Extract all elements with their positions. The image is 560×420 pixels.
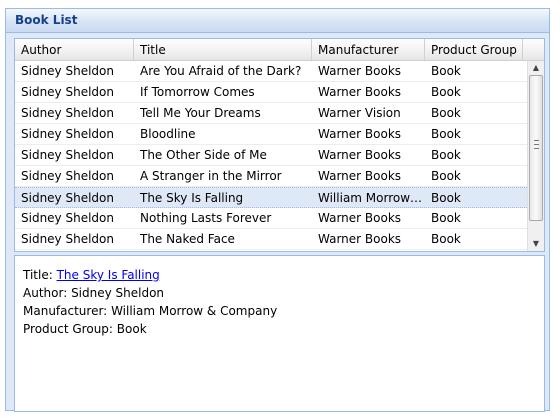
scroll-down-icon[interactable]: ▼ xyxy=(528,237,544,251)
detail-panel: Title: The Sky Is Falling Author: Sidney… xyxy=(14,255,545,412)
grid-header: Author Title Manufacturer Product Group xyxy=(15,39,544,61)
cell-author: Sidney Sheldon xyxy=(21,106,114,120)
panel-header: Book List xyxy=(6,9,549,33)
detail-author-label: Author: xyxy=(23,286,68,300)
table-row[interactable]: Sidney Sheldon The Sky Is Falling William … xyxy=(15,187,527,208)
table-row[interactable]: Sidney Sheldon Tell Me Your Dreams Warner … xyxy=(15,103,527,124)
cell-author: Sidney Sheldon xyxy=(21,85,114,99)
column-header-product-group[interactable]: Product Group xyxy=(425,39,523,61)
cell-manufacturer: William Morrow ... xyxy=(318,191,425,205)
cell-manufacturer: Warner Books xyxy=(318,211,402,225)
cell-product-group: Book xyxy=(431,148,461,162)
detail-group-label: Product Group: xyxy=(23,322,113,336)
table-row[interactable]: Sidney Sheldon The Naked Face Warner Books… xyxy=(15,229,527,250)
cell-product-group: Book xyxy=(431,191,461,205)
cell-title: Bloodline xyxy=(140,127,196,141)
cell-title: Nothing Lasts Forever xyxy=(140,211,272,225)
cell-product-group: Book xyxy=(431,169,461,183)
column-header-title[interactable]: Title xyxy=(134,39,312,61)
table-row[interactable]: Sidney Sheldon A Stranger in the Mirror Wa… xyxy=(15,166,527,187)
cell-product-group: Book xyxy=(431,85,461,99)
cell-manufacturer: Warner Books xyxy=(318,127,402,141)
detail-group-line: Product Group: Book xyxy=(23,320,536,338)
cell-title: Tell Me Your Dreams xyxy=(140,106,261,120)
detail-manufacturer-value: William Morrow & Company xyxy=(111,304,278,318)
column-header-author[interactable]: Author xyxy=(15,39,134,61)
cell-title: The Naked Face xyxy=(140,232,235,246)
cell-title: The Other Side of Me xyxy=(140,148,267,162)
table-row[interactable]: Sidney Sheldon The Other Side of Me Warner… xyxy=(15,145,527,166)
cell-title: If Tomorrow Comes xyxy=(140,85,255,99)
cell-product-group: Book xyxy=(431,106,461,120)
book-list-panel: Book List Author Title Manufacturer Prod… xyxy=(5,8,550,412)
detail-title-link[interactable]: The Sky Is Falling xyxy=(57,268,160,282)
cell-author: Sidney Sheldon xyxy=(21,211,114,225)
detail-author-line: Author: Sidney Sheldon xyxy=(23,284,536,302)
detail-title-line: Title: The Sky Is Falling xyxy=(23,266,536,284)
detail-title-label: Title: xyxy=(23,268,53,282)
scroll-thumb[interactable] xyxy=(529,75,543,221)
grid-body: Sidney Sheldon Are You Afraid of the Dark… xyxy=(15,61,527,251)
grip-icon xyxy=(534,140,539,149)
cell-product-group: Book xyxy=(431,211,461,225)
cell-manufacturer: Warner Books xyxy=(318,85,402,99)
cell-title: The Sky Is Falling xyxy=(140,191,244,205)
cell-author: Sidney Sheldon xyxy=(21,191,114,205)
cell-product-group: Book xyxy=(431,127,461,141)
cell-product-group: Book xyxy=(431,64,461,78)
cell-author: Sidney Sheldon xyxy=(21,64,114,78)
table-row[interactable]: Sidney Sheldon Bloodline Warner Books Book xyxy=(15,124,527,145)
panel-title: Book List xyxy=(15,13,78,27)
cell-author: Sidney Sheldon xyxy=(21,148,114,162)
detail-manufacturer-line: Manufacturer: William Morrow & Company xyxy=(23,302,536,320)
cell-title: A Stranger in the Mirror xyxy=(140,169,282,183)
detail-group-value: Book xyxy=(116,322,147,336)
cell-manufacturer: Warner Books xyxy=(318,148,402,162)
cell-title: Are You Afraid of the Dark? xyxy=(140,64,302,78)
vertical-scrollbar[interactable]: ▲ ▼ xyxy=(527,61,544,251)
column-header-manufacturer[interactable]: Manufacturer xyxy=(312,39,425,61)
detail-manufacturer-label: Manufacturer: xyxy=(23,304,108,318)
scroll-up-icon[interactable]: ▲ xyxy=(528,61,544,75)
cell-manufacturer: Warner Books xyxy=(318,232,402,246)
cell-manufacturer: Warner Books xyxy=(318,169,402,183)
table-row[interactable]: Sidney Sheldon Are You Afraid of the Dark… xyxy=(15,61,527,82)
cell-manufacturer: Warner Vision xyxy=(318,106,401,120)
cell-author: Sidney Sheldon xyxy=(21,232,114,246)
cell-author: Sidney Sheldon xyxy=(21,127,114,141)
table-row[interactable]: Sidney Sheldon Nothing Lasts Forever Warne… xyxy=(15,208,527,229)
table-row[interactable]: Sidney Sheldon If Tomorrow Comes Warner Bo… xyxy=(15,82,527,103)
cell-author: Sidney Sheldon xyxy=(21,169,114,183)
detail-author-value: Sidney Sheldon xyxy=(71,286,165,300)
book-grid[interactable]: Author Title Manufacturer Product Group … xyxy=(14,38,545,252)
cell-product-group: Book xyxy=(431,232,461,246)
cell-manufacturer: Warner Books xyxy=(318,64,402,78)
column-header-spacer xyxy=(523,39,544,61)
